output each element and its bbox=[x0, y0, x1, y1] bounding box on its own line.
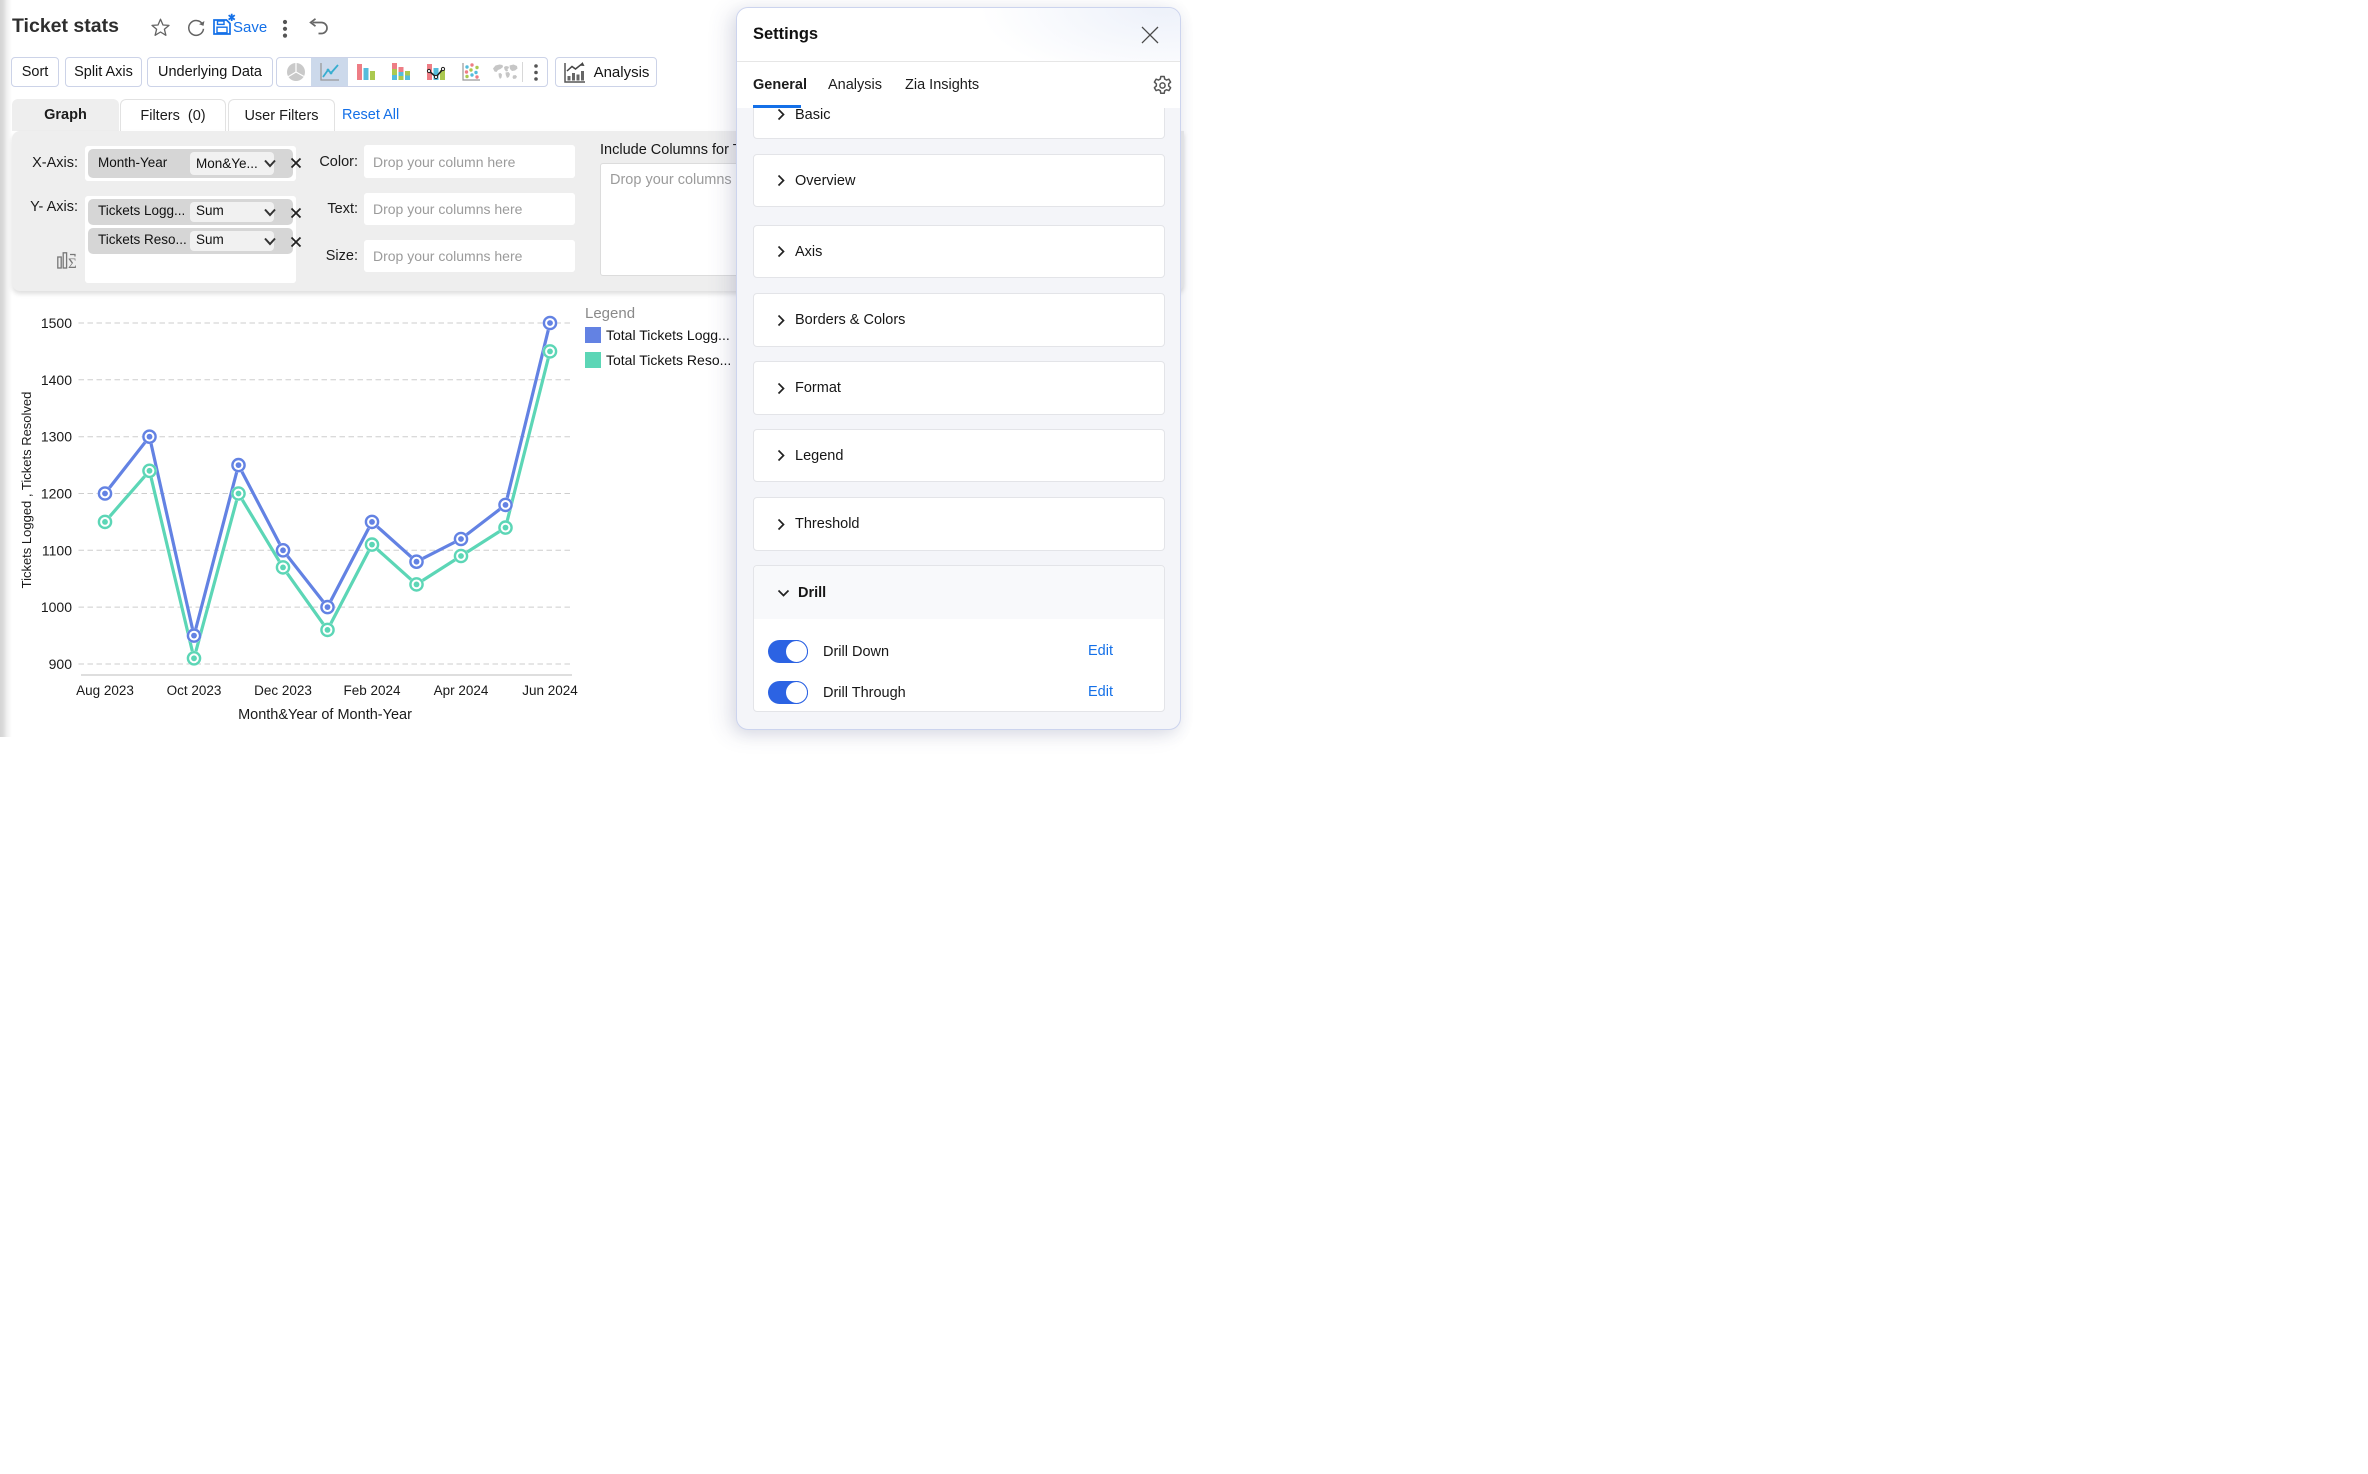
svg-text:Tickets Logged , Tickets Resol: Tickets Logged , Tickets Resolved bbox=[19, 392, 34, 589]
svg-text:1400: 1400 bbox=[41, 372, 72, 388]
svg-text:Month&Year of Month-Year: Month&Year of Month-Year bbox=[238, 707, 412, 723]
svg-text:1300: 1300 bbox=[41, 429, 72, 445]
svg-text:Legend: Legend bbox=[585, 305, 635, 322]
svg-text:1500: 1500 bbox=[41, 315, 72, 331]
svg-text:Σ: Σ bbox=[68, 256, 77, 269]
svg-text:Aug 2023: Aug 2023 bbox=[76, 683, 134, 698]
svg-text:Dec 2023: Dec 2023 bbox=[254, 683, 312, 698]
svg-text:1200: 1200 bbox=[41, 486, 72, 502]
svg-text:1000: 1000 bbox=[41, 599, 72, 615]
svg-text:Jun 2024: Jun 2024 bbox=[522, 683, 578, 698]
svg-text:Apr 2024: Apr 2024 bbox=[434, 683, 489, 698]
svg-text:Oct 2023: Oct 2023 bbox=[167, 683, 222, 698]
svg-text:Total Tickets Reso...: Total Tickets Reso... bbox=[606, 352, 731, 368]
svg-text:900: 900 bbox=[49, 656, 73, 672]
svg-text:Total Tickets Logg...: Total Tickets Logg... bbox=[606, 327, 730, 343]
svg-text:Feb 2024: Feb 2024 bbox=[343, 683, 401, 698]
svg-text:1100: 1100 bbox=[42, 542, 72, 558]
